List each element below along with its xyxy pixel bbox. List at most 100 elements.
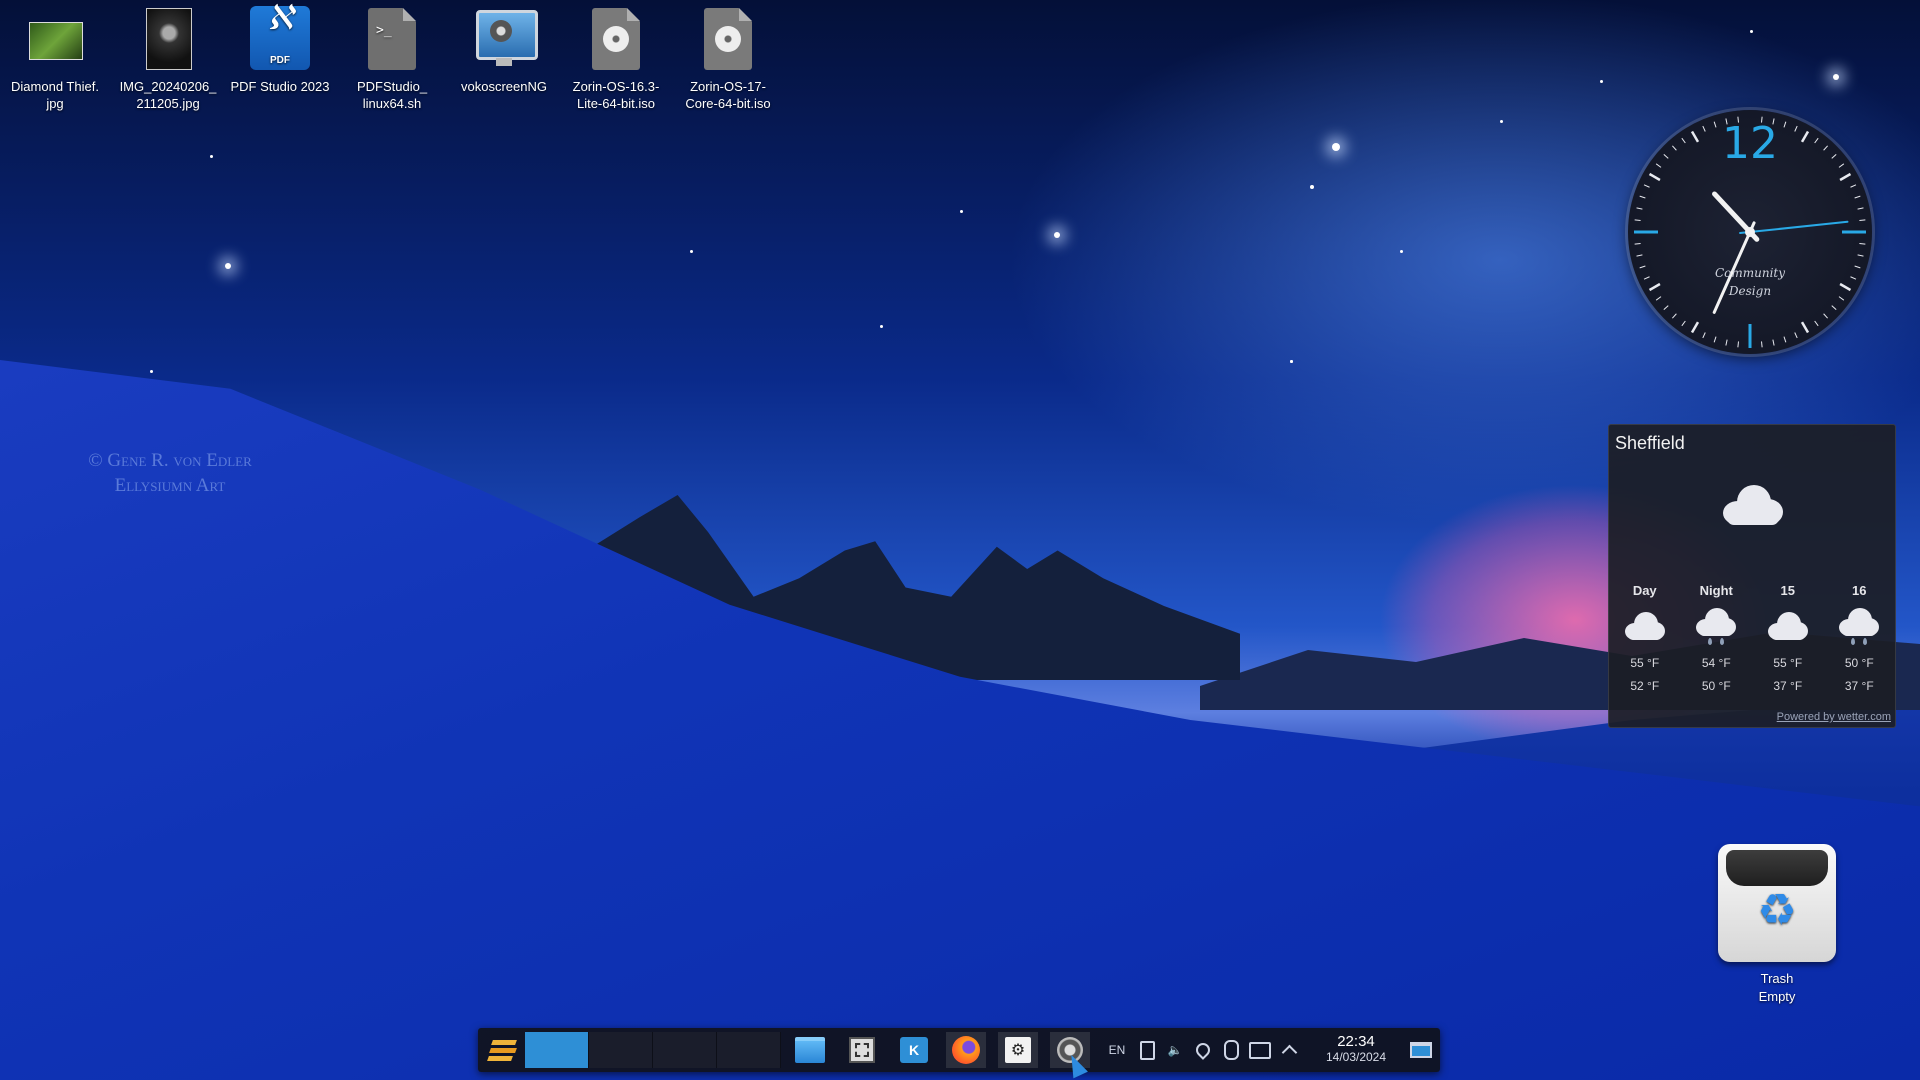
star: [690, 250, 693, 253]
taskbar-clock[interactable]: 22:34 14/03/2024: [1312, 1033, 1400, 1064]
zorin-menu-icon: [487, 1038, 518, 1062]
star: [150, 370, 153, 373]
firefox-icon: [952, 1036, 980, 1064]
software-store-icon: K: [900, 1037, 928, 1063]
watermark-line: Ellysiumn Art: [114, 475, 226, 496]
folder-tray-button[interactable]: [1246, 1032, 1274, 1068]
virtual-desktop-3[interactable]: [653, 1032, 717, 1068]
clock-brand: Community Design: [1702, 264, 1798, 300]
cloud-rain-icon: [1694, 608, 1738, 645]
cloud-icon: [1623, 608, 1667, 644]
clock-tick: [1672, 313, 1677, 319]
clock-tick: [1839, 282, 1852, 292]
desktop-icon-label: PDF Studio 2023: [230, 79, 330, 94]
chevron-up-icon: [1281, 1044, 1297, 1061]
clock-tick: [1859, 243, 1866, 245]
clock-tick: [1690, 321, 1700, 334]
desktop-icon-vokoscreen[interactable]: vokoscreenNG: [449, 6, 559, 95]
forecast-day-16: 16 50 °F 37 °F: [1829, 583, 1889, 703]
image-thumbnail-icon: [23, 6, 87, 72]
desktop-icon-zorin-16-iso[interactable]: Zorin-OS-16.3- Lite-64-bit.iso: [561, 6, 671, 112]
desktop-icon-label: linux64.sh: [362, 96, 422, 111]
clipboard-icon: [1139, 1040, 1155, 1060]
taskbar-firefox[interactable]: [946, 1032, 986, 1068]
desktop-icon-diamond-thief[interactable]: Diamond Thief. jpg: [0, 6, 110, 112]
forecast-label: Day: [1632, 583, 1657, 598]
mouse-tray-button[interactable]: [1218, 1032, 1244, 1068]
show-desktop-icon: [1410, 1042, 1432, 1058]
desktop-icon-pdfstudio-sh[interactable]: >_ PDFStudio_ linux64.sh: [337, 6, 447, 112]
clock-tick: [1639, 265, 1646, 269]
clock-tick: [1634, 219, 1641, 221]
taskbar-time: 22:34: [1337, 1033, 1375, 1050]
desktop-icon-label: 211205.jpg: [136, 96, 200, 111]
desktop-icon-label: vokoscreenNG: [461, 79, 547, 94]
desktop-icon-zorin-17-iso[interactable]: Zorin-OS-17- Core-64-bit.iso: [673, 6, 783, 112]
desktop-icon-trash[interactable]: ♻ Trash Empty: [1712, 844, 1842, 1006]
taskbar-software-store[interactable]: K: [894, 1032, 934, 1068]
disc-image-icon: [696, 6, 760, 72]
zorin-menu-button[interactable]: [482, 1032, 524, 1068]
clock-tick: [1800, 321, 1810, 334]
virtual-desktop-2[interactable]: [589, 1032, 653, 1068]
virtual-desktop-4[interactable]: [717, 1032, 781, 1068]
clock-tick: [1857, 207, 1864, 210]
desktop-icon-img-20240206[interactable]: IMG_20240206_ 211205.jpg: [113, 6, 223, 112]
clock-brand-line: Design: [1728, 284, 1772, 298]
taskbar-date: 14/03/2024: [1325, 1050, 1387, 1064]
star: [210, 155, 213, 158]
clock-tick: [1713, 336, 1717, 343]
desktop-icon-pdf-studio[interactable]: ℵ PDF PDF Studio 2023: [225, 1, 335, 95]
clock-tick: [1761, 341, 1763, 348]
taskbar-file-manager[interactable]: [790, 1032, 830, 1068]
desktop-icon-label: PDFStudio_: [356, 79, 428, 94]
keyboard-layout-indicator[interactable]: EN: [1102, 1032, 1132, 1068]
cloud-icon: [1766, 608, 1810, 644]
taskbar: K ⚙ EN 🔈 22:34 14/03/2024: [478, 1028, 1440, 1072]
taskbar-screenshot-tool[interactable]: [842, 1032, 882, 1068]
cloud-rain-icon: [1837, 608, 1881, 645]
trash-icon: ♻: [1718, 844, 1836, 962]
pdf-badge: PDF: [270, 55, 290, 66]
taskbar-kde-settings[interactable]: ⚙: [998, 1032, 1038, 1068]
mouse-icon: [1223, 1040, 1239, 1060]
forecast-label: 16: [1852, 583, 1867, 598]
recycle-icon: ♻: [1757, 886, 1797, 935]
weather-widget[interactable]: Sheffield Day 55 °F 52 °F Night 54 °F 50…: [1608, 424, 1896, 728]
image-thumbnail-icon: [136, 6, 200, 72]
virtual-desktop-1[interactable]: [525, 1032, 589, 1068]
forecast-low: 37 °F: [1773, 679, 1803, 693]
file-manager-icon: [795, 1037, 825, 1063]
star: [1054, 232, 1060, 238]
tray-expand-button[interactable]: [1276, 1032, 1302, 1068]
pdf-studio-icon: ℵ PDF: [248, 1, 312, 72]
clock-tick: [1857, 254, 1864, 257]
kde-settings-icon: ⚙: [1005, 1037, 1031, 1063]
clock-tick: [1648, 282, 1661, 292]
volume-tray-button[interactable]: 🔈: [1162, 1032, 1188, 1068]
clock-tick: [1794, 332, 1798, 339]
show-desktop-button[interactable]: [1406, 1032, 1436, 1068]
terminal-script-icon: >_: [360, 6, 424, 72]
analog-clock-widget[interactable]: 12 Community Design: [1628, 110, 1872, 354]
clock-tick: [1681, 320, 1686, 327]
clock-tick: [1831, 305, 1837, 310]
desktop-icon-label: Lite-64-bit.iso: [576, 96, 656, 111]
location-tray-button[interactable]: [1190, 1032, 1216, 1068]
forecast-night: Night 54 °F 50 °F: [1686, 583, 1746, 703]
clock-tick: [1850, 184, 1857, 188]
desktop-icon-label: IMG_20240206_: [119, 79, 217, 94]
star: [1750, 30, 1753, 33]
cloud-icon: [1723, 485, 1783, 525]
forecast-low: 37 °F: [1844, 679, 1874, 693]
terminal-prompt: >_: [376, 23, 392, 38]
star: [960, 210, 963, 213]
clipboard-tray-button[interactable]: [1134, 1032, 1160, 1068]
weather-powered-by-link[interactable]: Powered by wetter.com: [1777, 711, 1891, 723]
clock-tick: [1839, 172, 1852, 182]
desktop-icon-label: Diamond Thief.: [11, 79, 99, 94]
forecast-high: 55 °F: [1630, 656, 1660, 670]
forecast-high: 55 °F: [1773, 656, 1803, 670]
clock-tick: [1663, 305, 1669, 310]
star: [1833, 74, 1839, 80]
